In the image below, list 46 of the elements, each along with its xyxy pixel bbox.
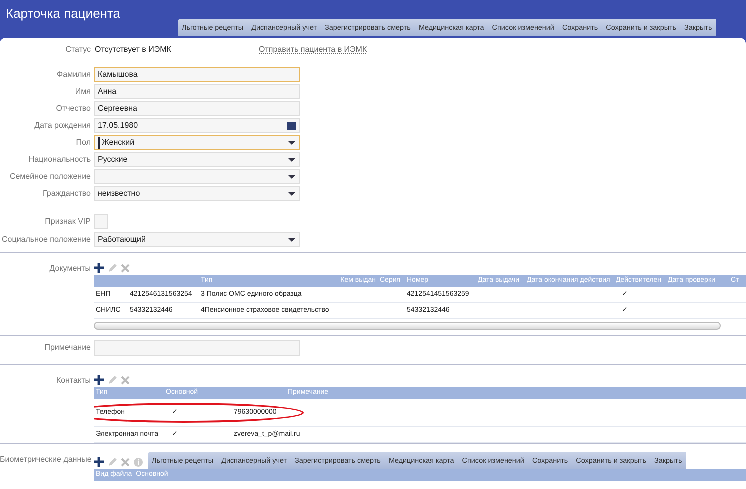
dropdown-field[interactable]: неизвестно bbox=[94, 186, 300, 201]
note-field[interactable] bbox=[94, 340, 300, 356]
field-label: Фамилия bbox=[56, 68, 92, 80]
delete-icon[interactable] bbox=[121, 376, 130, 384]
window-title: Карточка пациента bbox=[6, 5, 121, 23]
caret-icon bbox=[288, 158, 296, 162]
field-label: Дата рождения bbox=[34, 120, 92, 132]
input-field[interactable]: Сергеевна bbox=[94, 101, 300, 116]
field-label: Гражданство bbox=[42, 188, 92, 200]
section-label: Биометрические данные bbox=[0, 455, 92, 464]
field-label: Статус bbox=[64, 44, 92, 56]
pencil-icon[interactable] bbox=[108, 264, 117, 272]
horizontal-scrollbar[interactable] bbox=[94, 322, 721, 330]
caret-icon bbox=[288, 192, 296, 196]
dropdown-field[interactable]: Русские bbox=[94, 152, 300, 167]
caret-icon bbox=[288, 174, 296, 178]
field-label: Имя bbox=[74, 86, 92, 98]
info-icon[interactable] bbox=[134, 458, 143, 466]
field-label: Примечание bbox=[44, 343, 91, 352]
add-icon[interactable] bbox=[94, 375, 104, 385]
status-value: Отсутствует в ИЭМК bbox=[94, 44, 172, 56]
dropdown-field[interactable] bbox=[94, 169, 300, 184]
pencil-icon[interactable] bbox=[108, 376, 117, 384]
section-label: Документы bbox=[50, 264, 91, 273]
input-field[interactable]: Камышова bbox=[94, 67, 300, 82]
delete-icon[interactable] bbox=[121, 264, 130, 272]
add-icon[interactable] bbox=[94, 457, 104, 467]
field-label: Пол bbox=[75, 136, 92, 148]
pencil-icon[interactable] bbox=[108, 458, 117, 466]
field-label: Социальное положение bbox=[1, 234, 92, 246]
field-label: Признак VIP bbox=[44, 216, 92, 228]
send-link[interactable]: Отправить пациента в ИЭМК bbox=[259, 44, 368, 56]
section-label: Контакты bbox=[56, 376, 91, 385]
caret-icon bbox=[288, 140, 296, 144]
add-icon[interactable] bbox=[94, 263, 104, 273]
caret-icon bbox=[288, 238, 296, 242]
dropdown-field[interactable]: Работающий bbox=[94, 232, 300, 247]
field-label: Отчество bbox=[55, 102, 92, 114]
field-label: Национальность bbox=[28, 154, 92, 166]
delete-icon[interactable] bbox=[121, 458, 130, 466]
dropdown-field[interactable]: Женский bbox=[94, 135, 300, 150]
field-label: Семейное положение bbox=[8, 170, 92, 182]
vip-checkbox[interactable] bbox=[94, 214, 108, 229]
calendar-icon bbox=[287, 122, 296, 130]
date-field[interactable]: 17.05.1980 bbox=[94, 118, 300, 133]
input-field[interactable]: Анна bbox=[94, 84, 300, 99]
